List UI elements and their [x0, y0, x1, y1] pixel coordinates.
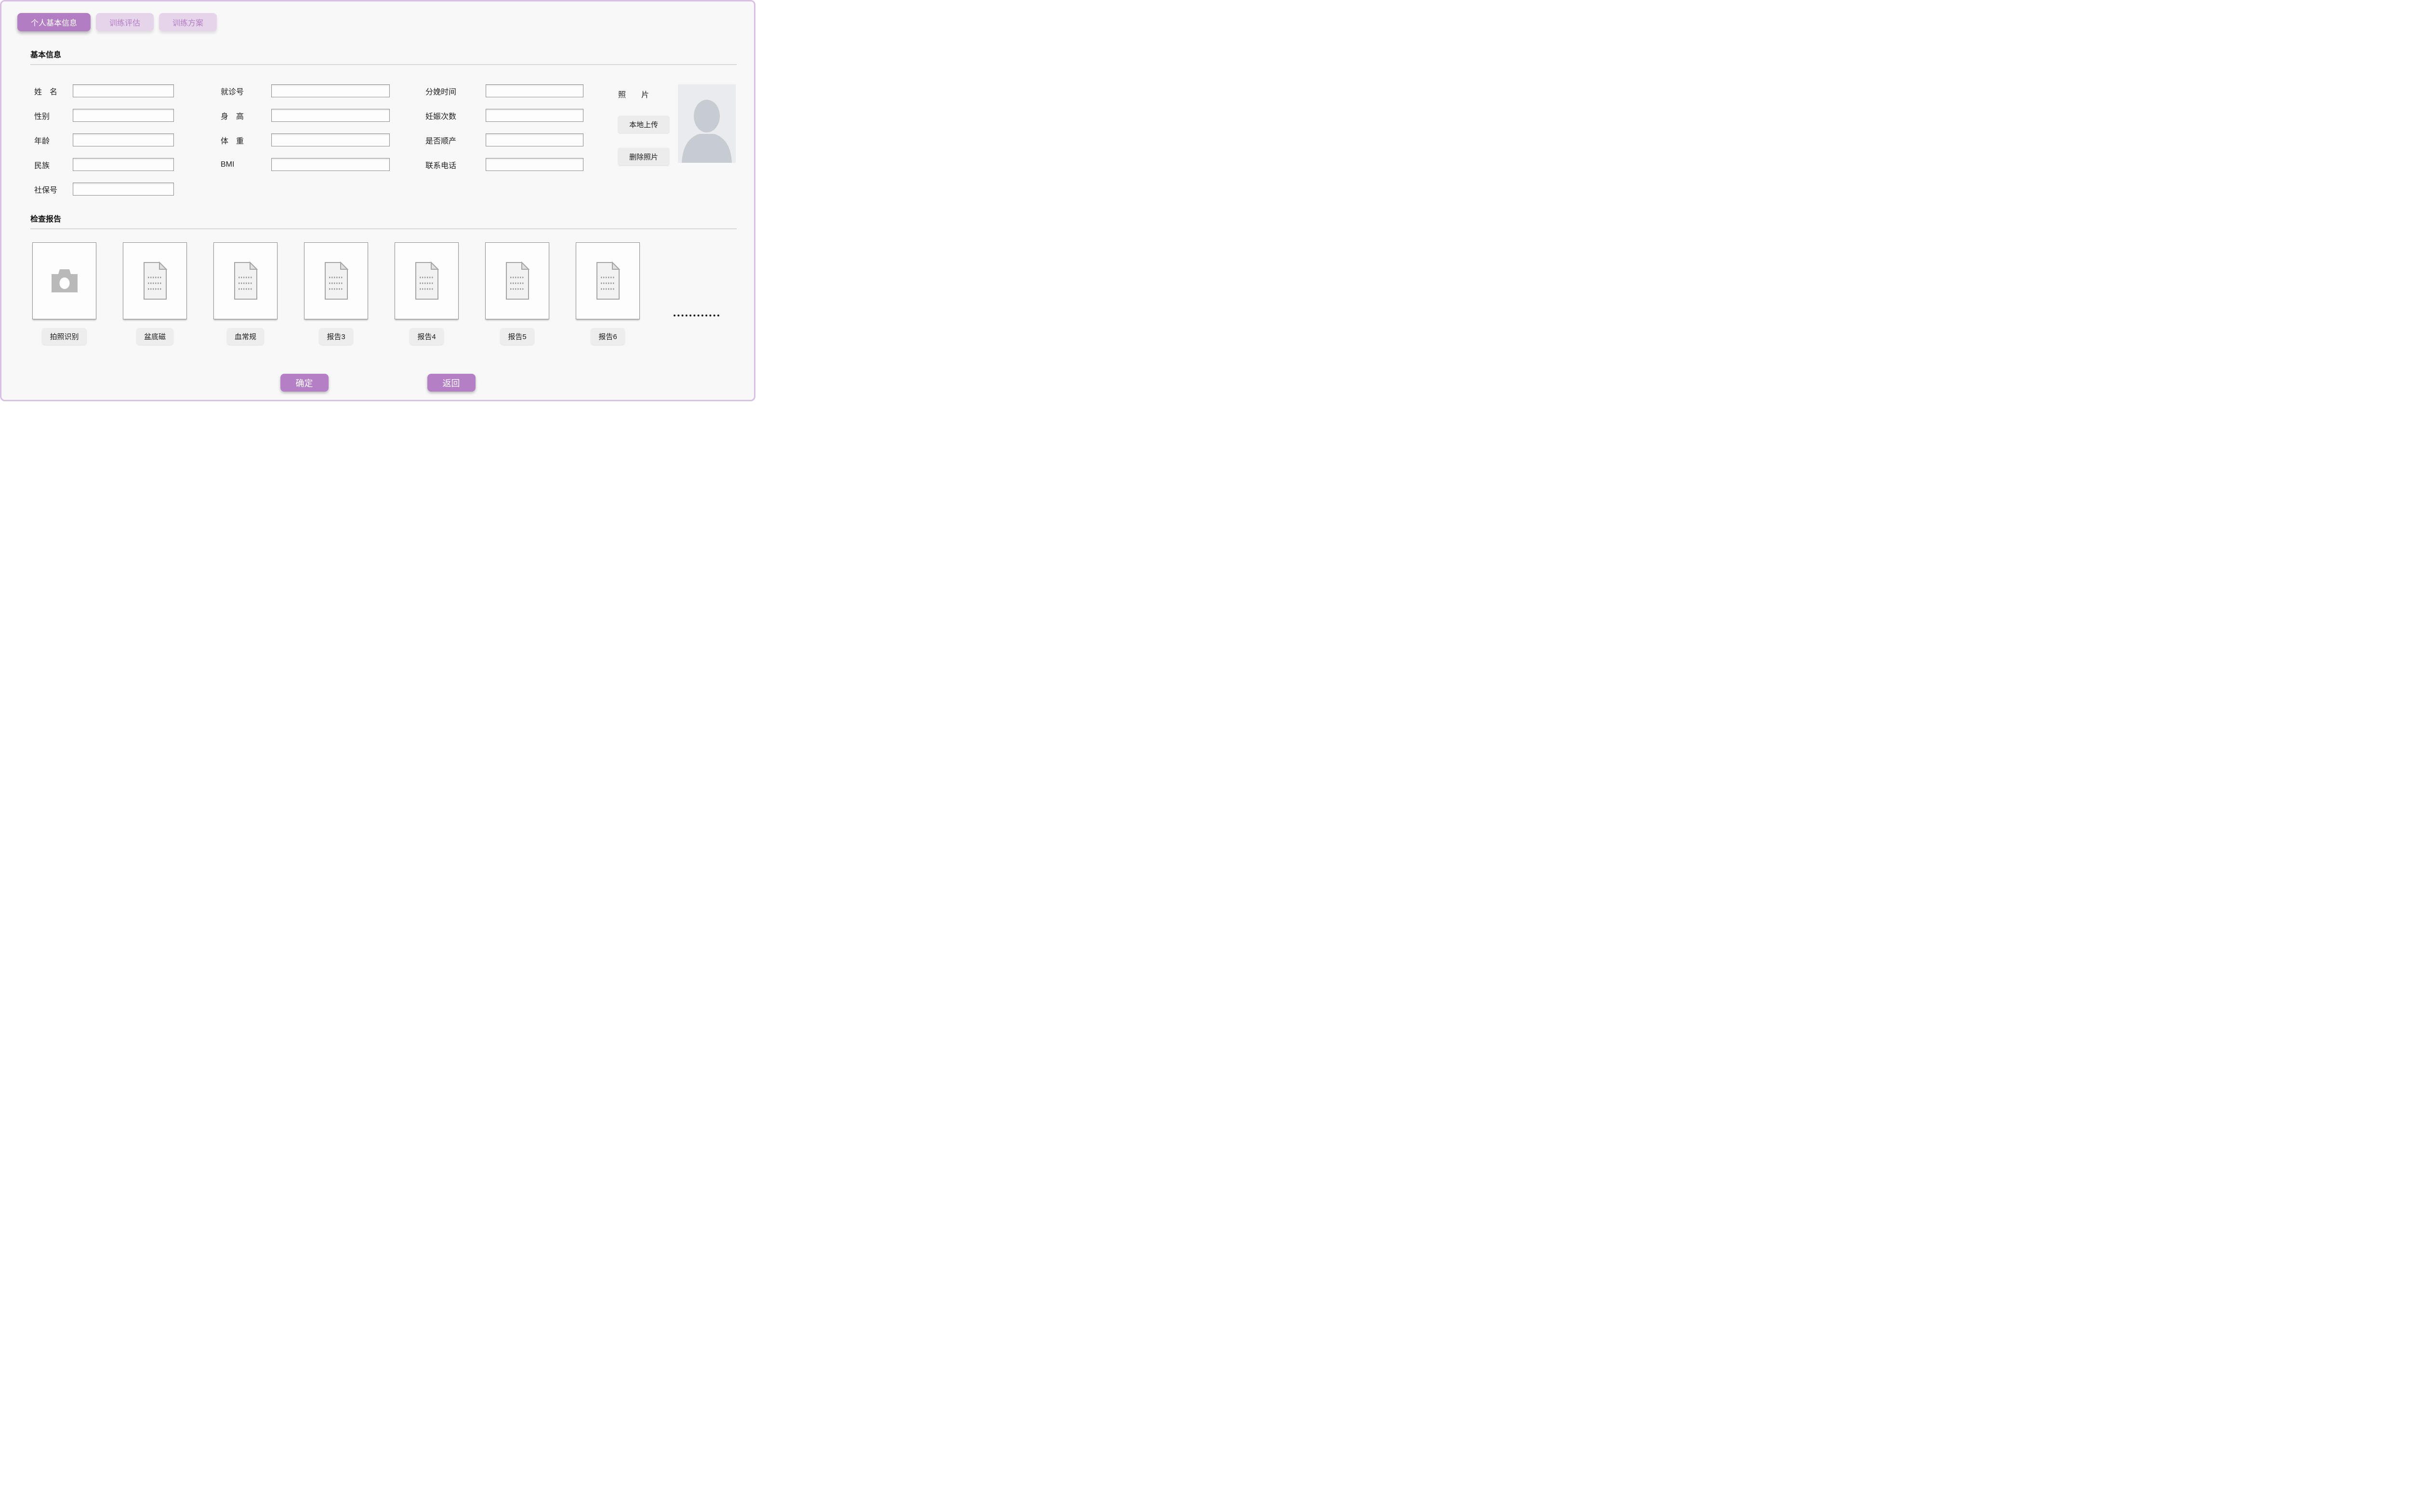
report-card[interactable] [213, 242, 278, 319]
social-security-label: 社保号 [34, 184, 73, 195]
confirm-button[interactable]: 确定 [280, 374, 329, 392]
avatar [678, 84, 736, 163]
tab-training-plan[interactable]: 训练方案 [159, 13, 217, 31]
age-label: 年龄 [34, 134, 73, 146]
ethnicity-input[interactable] [73, 158, 174, 171]
report-label: 报告4 [410, 328, 443, 345]
report-label: 盆底磁 [136, 328, 173, 345]
form-column-3: 分娩时间 妊娠次数 是否顺产 联系电话 [425, 84, 583, 183]
delivery-time-label: 分娩时间 [425, 85, 486, 97]
form-row-social-security: 社保号 [34, 183, 174, 196]
form-column-2: 就诊号 身 高 体 重 BMI [221, 84, 390, 183]
report-cards: 拍照识别 盆底磁 [32, 242, 737, 345]
document-icon [233, 262, 259, 300]
report-item: 报告5 [485, 242, 549, 345]
photo-recognition-card[interactable] [32, 242, 96, 319]
document-icon [595, 262, 621, 300]
tab-training-evaluation[interactable]: 训练评估 [96, 13, 154, 31]
delivery-time-input[interactable] [486, 84, 583, 97]
visit-number-label: 就诊号 [221, 85, 271, 97]
document-icon [323, 262, 349, 300]
gender-label: 性别 [34, 110, 73, 121]
social-security-input[interactable] [73, 183, 174, 196]
form-column-1: 姓 名 性别 年龄 民族 社保号 [34, 84, 174, 207]
report-card[interactable] [576, 242, 640, 319]
report-card[interactable] [123, 242, 187, 319]
basic-info-form: 姓 名 性别 年龄 民族 社保号 就诊号 [32, 84, 737, 196]
report-label: 血常规 [227, 328, 264, 345]
weight-input[interactable] [271, 133, 390, 146]
visit-number-input[interactable] [271, 84, 390, 97]
report-card[interactable] [395, 242, 459, 319]
report-label: 拍照识别 [42, 328, 86, 345]
photo-controls: 照 片 本地上传 删除照片 [618, 84, 669, 165]
person-silhouette-icon [678, 84, 736, 163]
natural-birth-label: 是否顺产 [425, 134, 486, 146]
form-row-ethnicity: 民族 [34, 158, 174, 171]
section-divider [30, 64, 737, 65]
bmi-input[interactable] [271, 158, 390, 171]
report-card[interactable] [304, 242, 368, 319]
form-row-delivery-time: 分娩时间 [425, 84, 583, 97]
more-reports-ellipsis [674, 315, 719, 316]
form-row-natural-birth: 是否顺产 [425, 133, 583, 146]
height-label: 身 高 [221, 110, 271, 121]
report-item: 报告4 [395, 242, 459, 345]
height-input[interactable] [271, 109, 390, 122]
form-row-height: 身 高 [221, 109, 390, 122]
document-icon [414, 262, 440, 300]
local-upload-button[interactable]: 本地上传 [618, 116, 669, 133]
report-item: 血常规 [213, 242, 278, 345]
document-icon [142, 262, 168, 300]
form-row-age: 年龄 [34, 133, 174, 146]
ethnicity-label: 民族 [34, 159, 73, 171]
bmi-label: BMI [221, 160, 271, 169]
tab-personal-basic-info[interactable]: 个人基本信息 [17, 13, 91, 31]
report-label: 报告5 [500, 328, 534, 345]
tab-bar: 个人基本信息 训练评估 训练方案 [1, 1, 754, 31]
form-row-gender: 性别 [34, 109, 174, 122]
report-item: 报告6 [576, 242, 640, 345]
weight-label: 体 重 [221, 134, 271, 146]
photo-label: 照 片 [618, 88, 669, 100]
name-label: 姓 名 [34, 85, 73, 97]
form-row-name: 姓 名 [34, 84, 174, 97]
pregnancy-count-label: 妊娠次数 [425, 110, 486, 121]
report-card[interactable] [485, 242, 549, 319]
photo-area: 照 片 本地上传 删除照片 [618, 84, 736, 165]
reports-section-title: 检查报告 [30, 212, 737, 224]
report-label: 报告6 [591, 328, 624, 345]
back-button[interactable]: 返回 [427, 374, 476, 392]
report-item: 拍照识别 [32, 242, 96, 345]
form-row-bmi: BMI [221, 158, 390, 171]
natural-birth-input[interactable] [486, 133, 583, 146]
camera-icon [50, 268, 79, 293]
basic-info-section-title: 基本信息 [30, 48, 737, 60]
report-item: 报告3 [304, 242, 368, 345]
form-row-pregnancy-count: 妊娠次数 [425, 109, 583, 122]
gender-input[interactable] [73, 109, 174, 122]
document-icon [504, 262, 530, 300]
contact-phone-label: 联系电话 [425, 159, 486, 171]
section-divider [30, 228, 737, 229]
pregnancy-count-input[interactable] [486, 109, 583, 122]
form-row-weight: 体 重 [221, 133, 390, 146]
form-row-visit-number: 就诊号 [221, 84, 390, 97]
report-label: 报告3 [319, 328, 353, 345]
contact-phone-input[interactable] [486, 158, 583, 171]
personal-info-page: 个人基本信息 训练评估 训练方案 基本信息 姓 名 性别 年龄 民族 [0, 0, 755, 401]
age-input[interactable] [73, 133, 174, 146]
name-input[interactable] [73, 84, 174, 97]
bottom-actions: 确定 返回 [1, 374, 754, 392]
delete-photo-button[interactable]: 删除照片 [618, 148, 669, 165]
report-item: 盆底磁 [123, 242, 187, 345]
form-row-contact-phone: 联系电话 [425, 158, 583, 171]
